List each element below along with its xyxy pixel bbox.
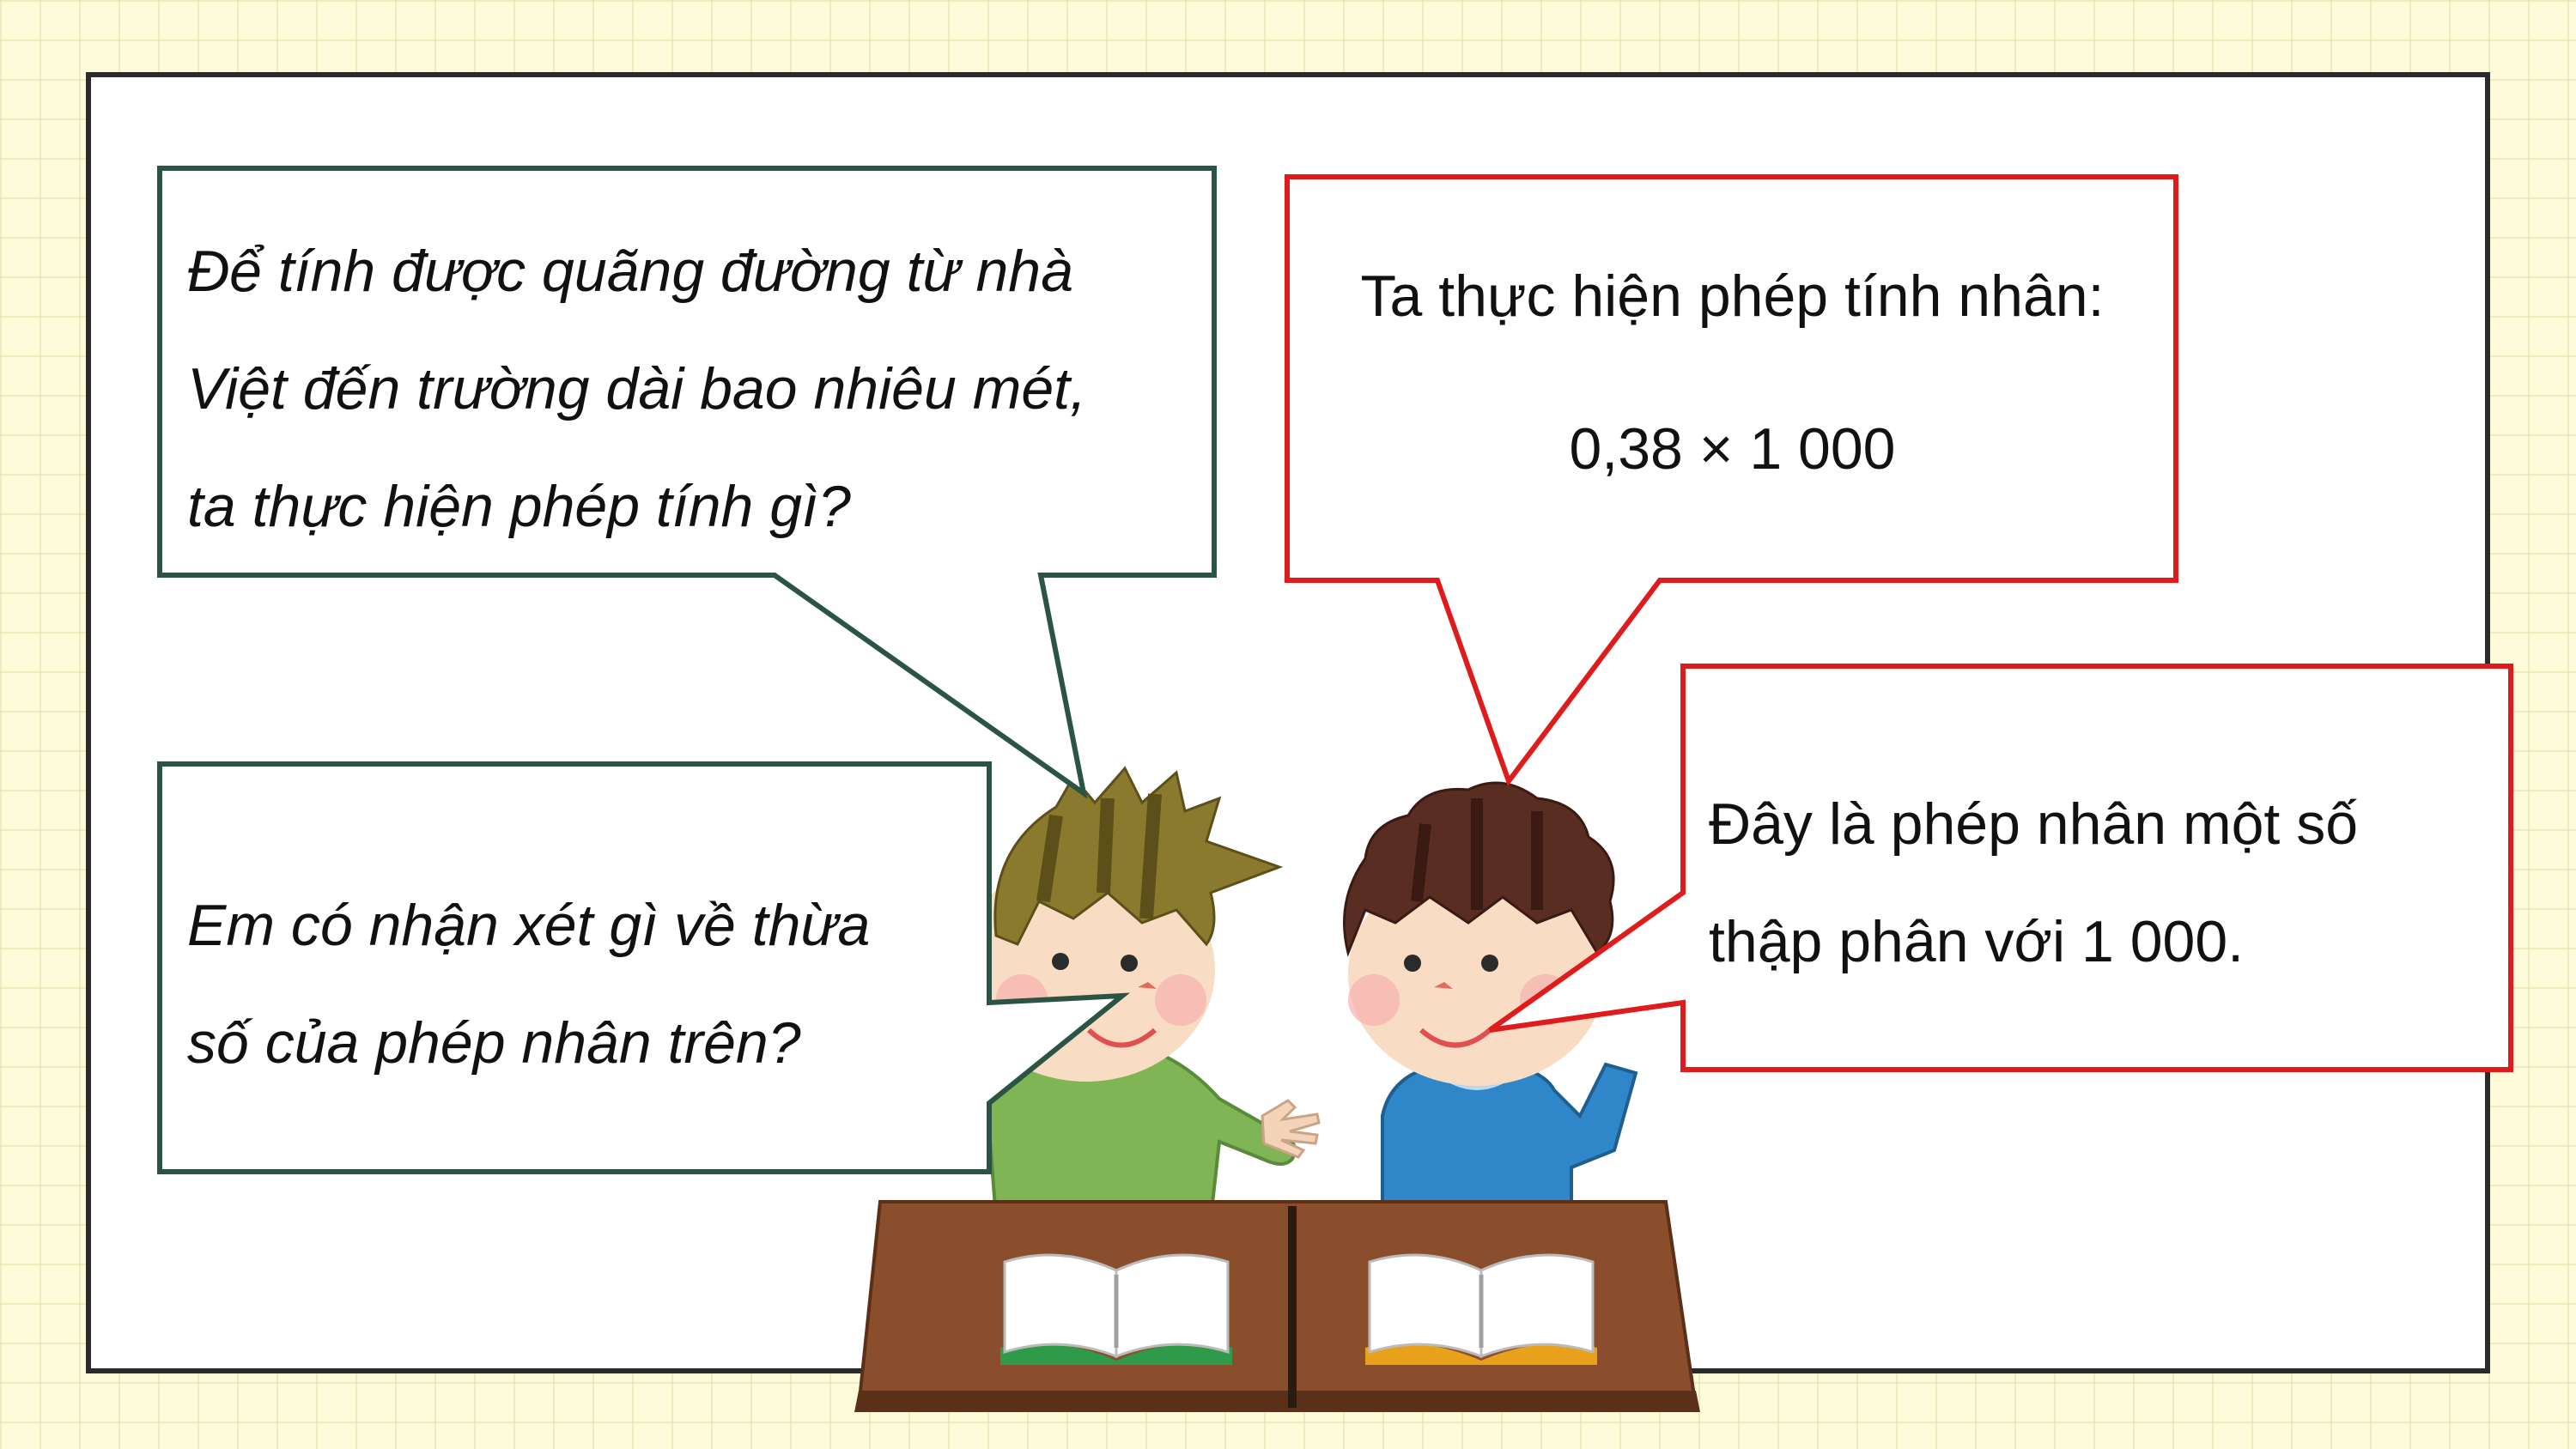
right-child-body (1381, 1062, 1638, 1221)
answer-2-text: Đây là phép nhân một số thập phân với 1 … (1709, 766, 2499, 1001)
question-2-line: Em có nhận xét gì về thừa (187, 893, 871, 958)
question-1-text: Để tính được quãng đường từ nhà Việt đến… (187, 213, 1200, 566)
question-1-line: Việt đến trường dài bao nhiêu mét, (187, 356, 1086, 421)
answer-1-line: Ta thực hiện phép tính nhân: (1360, 264, 2105, 329)
answer-2-line: thập phân với 1 000. (1709, 909, 2245, 974)
left-child-body (985, 1045, 1297, 1221)
answer-1-text: Ta thực hiện phép tính nhân: 0,38 × 1 00… (1292, 258, 2172, 488)
question-1-line: Để tính được quãng đường từ nhà (187, 239, 1073, 304)
question-2-text: Em có nhận xét gì về thừa số của phép nh… (187, 867, 986, 1102)
answer-1-expression: 0,38 × 1 000 (1569, 416, 1896, 482)
question-1-line: ta thực hiện phép tính gì? (187, 474, 851, 539)
answer-2-line: Đây là phép nhân một số (1709, 791, 2359, 857)
left-book-icon (1000, 1253, 1232, 1365)
question-2-line: số của phép nhân trên? (187, 1010, 801, 1076)
right-book-icon (1365, 1253, 1597, 1365)
